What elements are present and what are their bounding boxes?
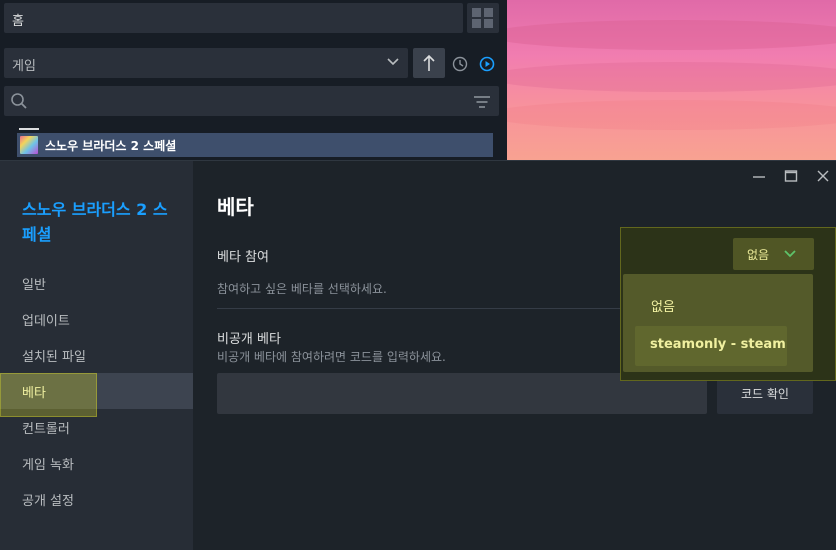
sort-up-arrow-icon	[423, 54, 435, 71]
search-bar[interactable]	[4, 86, 499, 116]
sidebar-item-label: 게임 녹화	[22, 458, 74, 473]
sidebar-item-general[interactable]: 일반	[0, 265, 193, 301]
chevron-down-icon	[784, 250, 796, 258]
game-thumbnail	[20, 136, 38, 154]
game-list-item-title: 스노우 브라더스 2 스페셜	[45, 139, 177, 153]
play-circle-icon[interactable]	[479, 56, 495, 72]
sidebar-item-label: 베타	[22, 386, 46, 401]
beta-option-steamonly[interactable]: steamonly - steam	[635, 326, 787, 366]
beta-option-label: 없음	[651, 300, 675, 315]
beta-option-label: steamonly - steam	[650, 337, 786, 352]
sidebar-item-label: 설치된 파일	[22, 350, 86, 365]
home-bar[interactable]: 홈	[4, 3, 463, 33]
game-list-item[interactable]: 스노우 브라더스 2 스페셜	[17, 133, 493, 157]
divider	[19, 128, 39, 130]
sidebar-item-label: 공개 설정	[22, 494, 74, 509]
sidebar-item-label: 컨트롤러	[22, 422, 70, 437]
game-properties-dialog: 스노우 브라더스 2 스페셜 일반 업데이트 설치된 파일 베타 컨트롤러 게임…	[0, 160, 836, 550]
sidebar-item-updates[interactable]: 업데이트	[0, 301, 193, 337]
sidebar-item-game-recording[interactable]: 게임 녹화	[0, 445, 193, 481]
beta-option-none[interactable]: 없음	[623, 292, 813, 316]
search-icon	[11, 93, 27, 109]
sidebar-item-betas[interactable]: 베타	[0, 373, 193, 417]
beta-select-dropdown[interactable]: 없음	[733, 238, 814, 270]
sidebar-item-controller[interactable]: 컨트롤러	[0, 409, 193, 445]
page-title: 베타	[217, 195, 254, 219]
divider	[217, 308, 627, 309]
sidebar-item-privacy[interactable]: 공개 설정	[0, 481, 193, 517]
properties-sidebar: 스노우 브라더스 2 스페셜 일반 업데이트 설치된 파일 베타 컨트롤러 게임…	[0, 161, 193, 550]
minimize-icon[interactable]	[752, 169, 766, 183]
grid-view-button[interactable]	[467, 3, 499, 33]
private-beta-description: 비공개 베타에 참여하려면 코드를 입력하세요.	[217, 350, 446, 364]
private-beta-label: 비공개 베타	[217, 332, 281, 347]
maximize-icon[interactable]	[784, 169, 798, 183]
clock-icon[interactable]	[452, 56, 468, 72]
beta-participation-label: 베타 참여	[217, 250, 269, 265]
collection-filter-dropdown[interactable]: 게임	[4, 48, 408, 78]
sidebar-item-label: 일반	[22, 278, 46, 293]
chevron-down-icon	[387, 58, 399, 66]
home-label: 홈	[12, 14, 24, 29]
sidebar-item-label: 업데이트	[22, 314, 70, 329]
close-icon[interactable]	[816, 169, 830, 183]
beta-participation-description: 참여하고 싶은 베타를 선택하세요.	[217, 282, 387, 296]
filter-list-icon[interactable]	[473, 95, 491, 109]
properties-game-title: 스노우 브라더스 2 스페셜	[22, 200, 168, 244]
library-panel: 홈 게임 스노우 브라더스 2 스페셜	[0, 0, 507, 160]
beta-dropdown-menu: 없음 steamonly - steam	[623, 274, 813, 372]
sidebar-item-installed-files[interactable]: 설치된 파일	[0, 337, 193, 373]
sort-button[interactable]	[413, 48, 445, 78]
filter-label: 게임	[12, 59, 36, 74]
beta-dropdown-highlight: 없음 없음 steamonly - steam	[620, 227, 836, 381]
game-hero-art	[507, 0, 836, 160]
beta-select-value: 없음	[747, 248, 770, 262]
check-code-label: 코드 확인	[741, 387, 789, 401]
